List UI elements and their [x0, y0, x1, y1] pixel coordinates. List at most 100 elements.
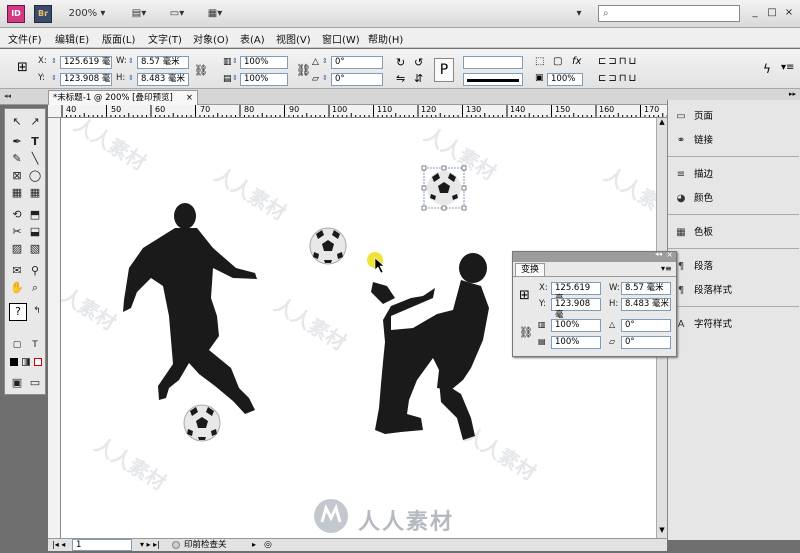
rotate-field[interactable]: 0°	[331, 56, 383, 69]
reference-point-icon[interactable]: ⊞	[519, 288, 530, 303]
menu-file[interactable]: 文件(F)	[8, 31, 42, 46]
align-icons-top[interactable]: ⊏⊐⊓⊔	[598, 56, 638, 67]
panel-stroke[interactable]: ≡ 描边	[668, 164, 799, 186]
next-page-icon[interactable]: ▾ ▸ ▸|	[140, 539, 160, 551]
bridge-icon[interactable]: Br	[34, 5, 52, 23]
panel-color[interactable]: ◕ 颜色	[668, 188, 799, 210]
scroll-down-icon[interactable]: ▼	[657, 526, 667, 536]
menu-window[interactable]: 窗口(W)	[322, 31, 360, 46]
page-number-field[interactable]: 1	[72, 539, 132, 551]
panel-swatches[interactable]: ▦ 色板	[668, 222, 799, 244]
maximize-button[interactable]: □	[764, 6, 780, 20]
close-button[interactable]: ×	[781, 6, 797, 20]
ellipse-tool-icon[interactable]: ◯	[27, 168, 43, 184]
menu-object[interactable]: 对象(O)	[193, 31, 229, 46]
fill-stroke-icon[interactable]: ?	[9, 303, 27, 321]
stroke-swatch[interactable]	[463, 73, 523, 86]
apply-gradient-icon[interactable]	[22, 358, 30, 366]
close-tab-icon[interactable]: ×	[186, 91, 193, 105]
table-tool-icon[interactable]: ▦	[9, 185, 25, 201]
arrange-documents-icon[interactable]: ▦▾	[200, 5, 230, 23]
line-tool-icon[interactable]: ╲	[27, 151, 43, 167]
close-panel-icon[interactable]: ×	[666, 250, 673, 259]
pencil-tool-icon[interactable]: ✎	[9, 151, 25, 167]
grid-tool-icon[interactable]: ▦	[27, 185, 43, 201]
shear-spinner-icon[interactable]: ⇕	[322, 74, 328, 82]
zoom-tool-icon[interactable]: ⌕	[27, 280, 43, 296]
workspace-dropdown[interactable]: ▾	[573, 5, 585, 23]
direct-selection-tool-icon[interactable]: ↗	[27, 114, 43, 130]
document-tab[interactable]: *未标题-1 @ 200% [叠印预览] ×	[48, 90, 198, 105]
apply-color-icon[interactable]	[10, 358, 18, 366]
menu-table[interactable]: 表(A)	[240, 31, 265, 46]
panel-links[interactable]: ⚭ 链接	[668, 130, 799, 152]
preview-mode-icon[interactable]: ▭	[27, 375, 43, 391]
menu-layout[interactable]: 版面(L)	[102, 31, 135, 46]
screen-mode-icon[interactable]: ▭▾	[162, 5, 192, 23]
y-field[interactable]: 123.908 毫	[60, 73, 112, 86]
x-spinner-icon[interactable]: ⇕	[51, 57, 57, 65]
pen-tool-icon[interactable]: ✒	[9, 134, 25, 150]
shadow-icon[interactable]: ▢	[553, 56, 562, 67]
selection-tool-icon[interactable]: ↖	[9, 114, 25, 130]
apply-none-icon[interactable]	[34, 358, 42, 366]
h-field[interactable]: 8.483 毫米	[137, 73, 189, 86]
constrain-proportions-icon[interactable]: ⛓	[194, 64, 208, 77]
tf-x-field[interactable]: 125.619 毫	[551, 282, 601, 304]
scroll-up-icon[interactable]: ▲	[657, 118, 667, 128]
fit-frame-icon[interactable]: ⬚	[535, 56, 544, 67]
panel-pages[interactable]: ▭ 页面	[668, 106, 799, 128]
panel-menu-icon[interactable]: ▾≡	[781, 62, 794, 73]
y-spinner-icon[interactable]: ⇕	[51, 74, 57, 82]
opacity-field[interactable]: 100%	[547, 73, 583, 86]
constrain-icon[interactable]: ⛓	[519, 326, 533, 339]
indesign-app-icon[interactable]: ID	[7, 5, 25, 23]
scale-y-spinner-icon[interactable]: ⇕	[232, 74, 238, 82]
fx-icon[interactable]: fx	[572, 56, 581, 67]
collapse-icon[interactable]: ◂◂	[4, 92, 11, 100]
first-page-icon[interactable]: |◂ ◂	[52, 539, 65, 551]
stroke-style-dropdown[interactable]	[463, 56, 523, 69]
eyedropper-tool-icon[interactable]: ⚲	[27, 263, 43, 279]
menu-edit[interactable]: 编辑(E)	[55, 31, 89, 46]
tf-y-field[interactable]: 123.908 毫	[551, 298, 601, 320]
flip-horizontal-icon[interactable]: ⇋	[396, 72, 405, 85]
view-options-icon[interactable]: ▤▾	[124, 5, 154, 23]
hand-tool-icon[interactable]: ✋	[9, 280, 25, 296]
search-input[interactable]: ⌕	[598, 5, 740, 22]
transform-tab[interactable]: 变换	[515, 263, 545, 276]
quick-apply-icon[interactable]: ϟ	[763, 62, 771, 76]
paragraph-p-icon[interactable]: P	[434, 58, 454, 82]
link-scale-icon[interactable]: ⛓	[296, 63, 311, 77]
w-field[interactable]: 8.57 毫米	[137, 56, 189, 69]
type-tool-icon[interactable]: T	[27, 134, 43, 150]
scale-y-field[interactable]: 100%	[240, 73, 288, 86]
gradient-feather-tool-icon[interactable]: ▧	[27, 241, 43, 257]
tf-h-field[interactable]: 8.483 毫米	[621, 298, 671, 311]
rotate-cw-icon[interactable]: ↻	[396, 56, 405, 69]
distribute-icons[interactable]: ⊏⊐⊓⊔	[598, 73, 638, 84]
minimize-button[interactable]: _	[747, 6, 763, 20]
open-file-icon[interactable]: ◎	[264, 539, 272, 551]
scale-x-spinner-icon[interactable]: ⇕	[232, 57, 238, 65]
note-tool-icon[interactable]: ✉	[9, 263, 25, 279]
w-spinner-icon[interactable]: ⇕	[128, 57, 134, 65]
gradient-swatch-tool-icon[interactable]: ▨	[9, 241, 25, 257]
flip-vertical-icon[interactable]: ⇵	[414, 72, 423, 85]
shear-field[interactable]: 0°	[331, 73, 383, 86]
panel-paragraph[interactable]: ¶ 段落	[668, 256, 799, 278]
menu-help[interactable]: 帮助(H)	[368, 31, 403, 46]
x-field[interactable]: 125.619 毫	[60, 56, 112, 69]
formatting-text-icon[interactable]: T	[27, 337, 43, 353]
scale-x-field[interactable]: 100%	[240, 56, 288, 69]
transform-panel-header[interactable]: ◂◂ ×	[513, 250, 676, 262]
formatting-container-icon[interactable]: ▢	[9, 337, 25, 353]
menu-type[interactable]: 文字(T)	[148, 31, 182, 46]
tf-shear-field[interactable]: 0°	[621, 336, 671, 349]
expand-dock-icon[interactable]: ▸▸	[789, 90, 796, 98]
zoom-level-dropdown[interactable]: 200% ▾	[62, 5, 112, 23]
tf-w-field[interactable]: 8.57 毫米	[621, 282, 671, 295]
scissors-tool-icon[interactable]: ✂	[9, 224, 25, 240]
normal-view-icon[interactable]: ▣	[9, 375, 25, 391]
free-transform-tool-icon[interactable]: ⬒	[27, 207, 43, 223]
